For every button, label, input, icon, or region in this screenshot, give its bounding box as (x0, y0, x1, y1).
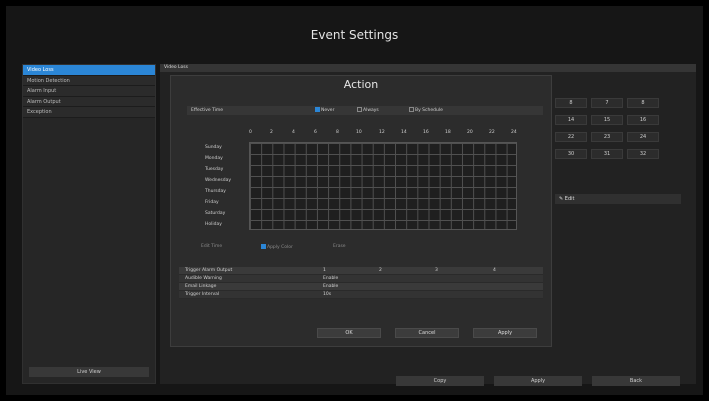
always-label: Always (363, 108, 379, 113)
channel-cell[interactable]: 16 (627, 115, 659, 125)
hour-ruler: 0 2 4 6 8 10 12 14 16 18 20 22 24 (249, 130, 519, 138)
live-view-button[interactable]: Live View (29, 367, 149, 377)
apply-color-label: Apply Color (267, 245, 293, 250)
hour-label: 20 (467, 130, 473, 135)
hour-label: 6 (314, 130, 317, 135)
table-row[interactable]: Trigger Interval 10s (179, 291, 543, 299)
row-label: Trigger Interval (185, 292, 220, 297)
hour-label: 18 (445, 130, 451, 135)
apply-color-option[interactable]: Apply Color (261, 244, 293, 250)
never-checkbox[interactable] (315, 107, 320, 112)
cell-value[interactable]: Enable (323, 275, 338, 283)
always-checkbox[interactable] (357, 107, 362, 112)
apply-button[interactable]: Apply (494, 376, 582, 386)
cell-value[interactable]: 10s (323, 291, 331, 299)
always-option[interactable]: Always (357, 106, 379, 115)
row-label: Email Linkage (185, 284, 217, 289)
by-schedule-checkbox[interactable] (409, 107, 414, 112)
channel-cell[interactable]: 14 (555, 115, 587, 125)
day-label: Saturday (205, 211, 226, 216)
never-label: Never (321, 108, 335, 113)
edit-label: Edit (564, 196, 575, 202)
cell-value[interactable]: 2 (379, 267, 382, 275)
back-button[interactable]: Back (592, 376, 680, 386)
day-label: Holiday (205, 222, 222, 227)
sidebar-item-alarm-input[interactable]: Alarm Input (23, 86, 155, 97)
effective-time-label: Effective Time (191, 108, 224, 113)
by-schedule-label: By Schedule (415, 108, 443, 113)
hour-label: 2 (270, 130, 273, 135)
action-dialog: Action Effective Time Never Always By Sc… (170, 75, 552, 347)
channel-cell[interactable]: 31 (591, 149, 623, 159)
sidebar-item-video-loss[interactable]: Video Loss (23, 65, 155, 76)
edit-time-button[interactable]: Edit Time (201, 244, 222, 249)
hour-label: 22 (489, 130, 495, 135)
hour-label: 4 (292, 130, 295, 135)
window-title: Event Settings (310, 28, 399, 42)
cancel-button[interactable]: Cancel (395, 328, 459, 338)
by-schedule-option[interactable]: By Schedule (409, 106, 443, 115)
erase-button[interactable]: Erase (333, 244, 346, 249)
day-label: Friday (205, 200, 219, 205)
sidebar: Video Loss Motion Detection Alarm Input … (22, 64, 156, 384)
row-label: Trigger Alarm Output (185, 268, 233, 273)
channel-cell[interactable]: 24 (627, 132, 659, 142)
sidebar-item-motion-detection[interactable]: Motion Detection (23, 75, 155, 86)
hour-label: 12 (379, 130, 385, 135)
hour-label: 8 (336, 130, 339, 135)
table-row[interactable]: Email Linkage Enable (179, 283, 543, 291)
day-label: Sunday (205, 145, 222, 150)
effective-time-row: Effective Time Never Always By Schedule (187, 106, 543, 115)
day-label: Thursday (205, 189, 226, 194)
nvr-screen: Event Settings Video Loss Motion Detecti… (6, 6, 703, 395)
tab-video-loss[interactable]: Video Loss (160, 64, 696, 72)
hour-label: 14 (401, 130, 407, 135)
day-label: Tuesday (205, 167, 224, 172)
channel-cell[interactable]: 32 (627, 149, 659, 159)
cell-value[interactable]: 4 (493, 267, 496, 275)
channel-cell[interactable]: 8 (555, 98, 587, 108)
hour-label: 0 (249, 130, 252, 135)
row-label: Audible Warning (185, 276, 222, 281)
cell-value[interactable]: 1 (323, 267, 326, 275)
dialog-title: Action (343, 78, 379, 91)
table-row[interactable]: Audible Warning Enable (179, 275, 543, 283)
hour-label: 16 (423, 130, 429, 135)
hour-label: 24 (511, 130, 517, 135)
channel-cell[interactable]: 23 (591, 132, 623, 142)
table-row[interactable]: Trigger Alarm Output 1 2 3 4 (179, 267, 543, 275)
cell-value[interactable]: 3 (435, 267, 438, 275)
edit-icon: ✎ (559, 196, 564, 202)
action-table: Trigger Alarm Output 1 2 3 4 Audible War… (179, 267, 543, 299)
dialog-apply-button[interactable]: Apply (473, 328, 537, 338)
sidebar-item-alarm-output[interactable]: Alarm Output (23, 96, 155, 107)
ok-button[interactable]: OK (317, 328, 381, 338)
channel-cell[interactable]: 8 (627, 98, 659, 108)
apply-color-checkbox[interactable] (261, 244, 266, 249)
copy-button[interactable]: Copy (396, 376, 484, 386)
day-labels: Sunday Monday Tuesday Wednesday Thursday… (205, 142, 231, 230)
channel-cell[interactable]: 30 (555, 149, 587, 159)
hour-label: 10 (356, 130, 362, 135)
day-label: Monday (205, 156, 223, 161)
never-option[interactable]: Never (315, 106, 334, 115)
channel-cell[interactable]: 22 (555, 132, 587, 142)
edit-button[interactable]: ✎ Edit (555, 194, 681, 204)
channel-cell[interactable]: 15 (591, 115, 623, 125)
channel-cell[interactable]: 7 (591, 98, 623, 108)
schedule-grid[interactable] (249, 142, 517, 230)
cell-value[interactable]: Enable (323, 283, 338, 291)
day-label: Wednesday (205, 178, 232, 183)
sidebar-item-exception[interactable]: Exception (23, 107, 155, 118)
